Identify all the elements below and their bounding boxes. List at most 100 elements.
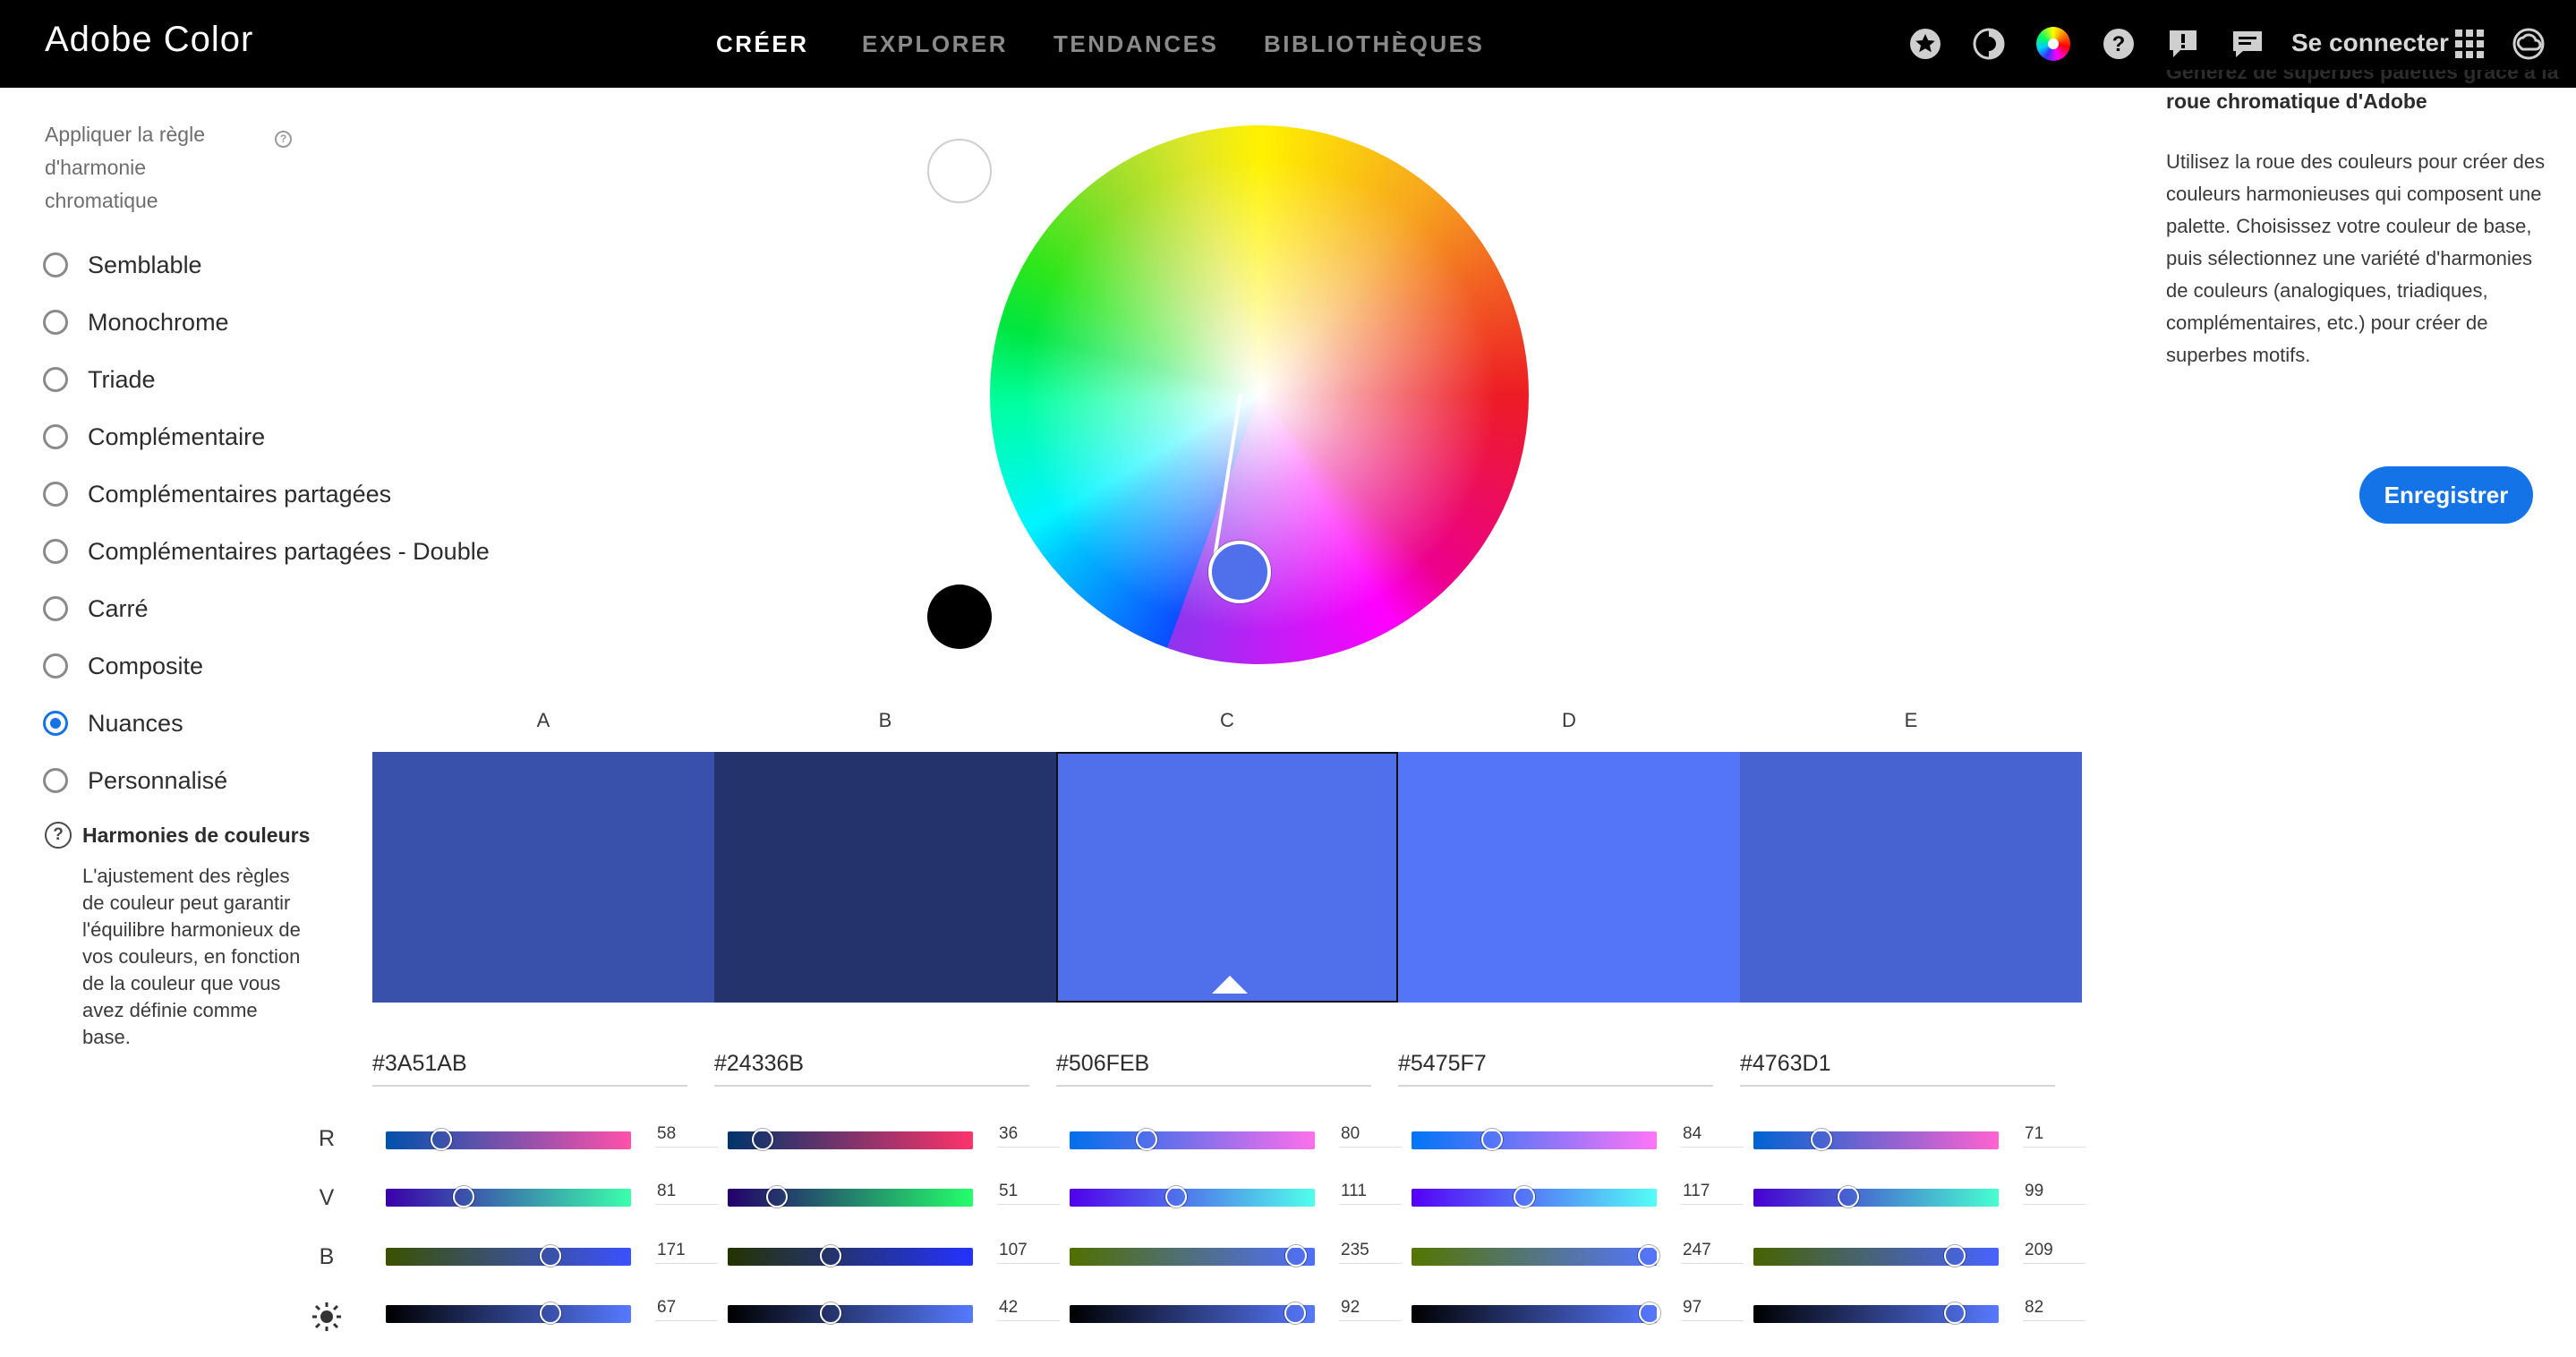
help-icon[interactable]: ? — [275, 131, 292, 148]
value-b-e[interactable]: 209 — [2023, 1241, 2086, 1264]
slider-v-b[interactable] — [728, 1186, 973, 1208]
value-b-d[interactable]: 247 — [1681, 1241, 1744, 1264]
slider-knob[interactable] — [751, 1129, 773, 1150]
slider-knob[interactable] — [1513, 1186, 1535, 1208]
chat-icon[interactable] — [2231, 27, 2265, 61]
slider-knob[interactable] — [1165, 1186, 1188, 1208]
slider-knob[interactable] — [765, 1186, 788, 1208]
hex-field-a[interactable]: #3A51AB — [372, 1045, 687, 1087]
sign-in-link[interactable]: Se connecter — [2291, 29, 2449, 57]
slider-knob[interactable] — [453, 1186, 475, 1208]
tab-explorer[interactable]: EXPLORER — [862, 30, 1008, 58]
slider-b-a[interactable] — [386, 1245, 631, 1267]
value-v-a[interactable]: 81 — [655, 1182, 718, 1205]
slider-b-c[interactable] — [1070, 1245, 1315, 1267]
slider-knob[interactable] — [1284, 1245, 1307, 1267]
radio-button[interactable] — [43, 310, 68, 335]
rule-option-nuances[interactable]: Nuances — [43, 705, 183, 741]
slider-knob[interactable] — [1638, 1245, 1660, 1267]
slider-r-a[interactable] — [386, 1129, 631, 1150]
rule-option-personnalise[interactable]: Personnalisé — [43, 763, 227, 798]
slider-v-a[interactable] — [386, 1186, 631, 1208]
slider-r-b[interactable] — [728, 1129, 973, 1150]
color-swatch-c-selected[interactable] — [1056, 752, 1398, 1003]
radio-button[interactable] — [43, 653, 68, 678]
slider-brightness-d[interactable] — [1412, 1302, 1660, 1324]
slider-knob[interactable] — [1638, 1302, 1660, 1324]
value-r-b[interactable]: 36 — [997, 1124, 1060, 1148]
slider-brightness-e[interactable] — [1753, 1302, 1999, 1324]
rule-option-complementaires-partagees-double[interactable]: Complémentaires partagées - Double — [43, 533, 490, 569]
star-icon[interactable] — [1908, 27, 1942, 61]
value-r-d[interactable]: 84 — [1681, 1124, 1744, 1148]
slider-b-d[interactable] — [1412, 1245, 1660, 1267]
tab-tendances[interactable]: TENDANCES — [1053, 30, 1218, 58]
slider-knob[interactable] — [539, 1245, 561, 1267]
rule-option-complementaires-partagees[interactable]: Complémentaires partagées — [43, 476, 391, 512]
value-v-b[interactable]: 51 — [997, 1182, 1060, 1205]
brightness-min-dot[interactable] — [927, 585, 992, 649]
value-b-b[interactable]: 107 — [997, 1241, 1060, 1264]
slider-knob[interactable] — [1943, 1302, 1966, 1324]
slider-knob[interactable] — [1284, 1302, 1307, 1324]
slider-knob[interactable] — [820, 1302, 842, 1324]
rule-option-triade[interactable]: Triade — [43, 362, 156, 397]
value-v-d[interactable]: 117 — [1681, 1182, 1744, 1205]
color-wheel-icon[interactable] — [2036, 27, 2070, 61]
slider-brightness-b[interactable] — [728, 1302, 973, 1324]
apps-grid-icon[interactable] — [2452, 27, 2486, 61]
feedback-icon[interactable] — [2166, 27, 2200, 61]
radio-button-checked[interactable] — [43, 711, 68, 736]
slider-b-e[interactable] — [1753, 1245, 1999, 1267]
slider-r-e[interactable] — [1753, 1129, 1999, 1150]
color-swatch-a[interactable] — [372, 752, 714, 1003]
value-r-c[interactable]: 80 — [1339, 1124, 1402, 1148]
value-brightness-b[interactable]: 42 — [997, 1298, 1060, 1321]
value-v-e[interactable]: 99 — [2023, 1182, 2086, 1205]
value-brightness-d[interactable]: 97 — [1681, 1298, 1744, 1321]
value-r-a[interactable]: 58 — [655, 1124, 718, 1148]
wheel-color-handle[interactable] — [1208, 541, 1271, 603]
slider-knob[interactable] — [539, 1302, 561, 1324]
value-b-c[interactable]: 235 — [1339, 1241, 1402, 1264]
value-r-e[interactable]: 71 — [2023, 1124, 2086, 1148]
slider-r-d[interactable] — [1412, 1129, 1657, 1150]
value-v-c[interactable]: 111 — [1339, 1182, 1402, 1205]
slider-r-c[interactable] — [1070, 1129, 1315, 1150]
help-icon[interactable]: ? — [2102, 27, 2136, 61]
value-brightness-c[interactable]: 92 — [1339, 1298, 1402, 1321]
hex-field-d[interactable]: #5475F7 — [1398, 1045, 1713, 1087]
rule-option-semblable[interactable]: Semblable — [43, 247, 202, 283]
creative-cloud-icon[interactable] — [2512, 27, 2546, 61]
slider-knob[interactable] — [431, 1129, 453, 1150]
slider-v-e[interactable] — [1753, 1186, 1999, 1208]
slider-knob[interactable] — [1838, 1186, 1860, 1208]
rule-option-complementaire[interactable]: Complémentaire — [43, 419, 265, 455]
tab-creer[interactable]: CRÉER — [716, 30, 809, 58]
slider-knob[interactable] — [1943, 1245, 1966, 1267]
slider-brightness-a[interactable] — [386, 1302, 631, 1324]
value-brightness-a[interactable]: 67 — [655, 1298, 718, 1321]
slider-knob[interactable] — [1135, 1129, 1157, 1150]
tab-bibliotheques[interactable]: BIBLIOTHÈQUES — [1264, 30, 1484, 58]
radio-button[interactable] — [43, 768, 68, 793]
slider-v-c[interactable] — [1070, 1186, 1315, 1208]
rule-option-composite[interactable]: Composite — [43, 648, 203, 684]
color-swatch-e[interactable] — [1740, 752, 2082, 1003]
slider-brightness-c[interactable] — [1070, 1302, 1315, 1324]
value-b-a[interactable]: 171 — [655, 1241, 718, 1264]
value-brightness-e[interactable]: 82 — [2023, 1298, 2086, 1321]
radio-button[interactable] — [43, 596, 68, 621]
hex-field-c[interactable]: #506FEB — [1056, 1045, 1371, 1087]
radio-button[interactable] — [43, 539, 68, 564]
color-swatch-d[interactable] — [1398, 752, 1740, 1003]
slider-knob[interactable] — [819, 1245, 841, 1267]
app-logo-title[interactable]: Adobe Color — [45, 20, 253, 60]
slider-b-b[interactable] — [728, 1245, 973, 1267]
rule-option-monochrome[interactable]: Monochrome — [43, 304, 229, 340]
radio-button[interactable] — [43, 252, 68, 277]
slider-v-d[interactable] — [1412, 1186, 1657, 1208]
save-button[interactable]: Enregistrer — [2359, 466, 2533, 524]
contrast-icon[interactable] — [1972, 27, 2006, 61]
radio-button[interactable] — [43, 367, 68, 392]
